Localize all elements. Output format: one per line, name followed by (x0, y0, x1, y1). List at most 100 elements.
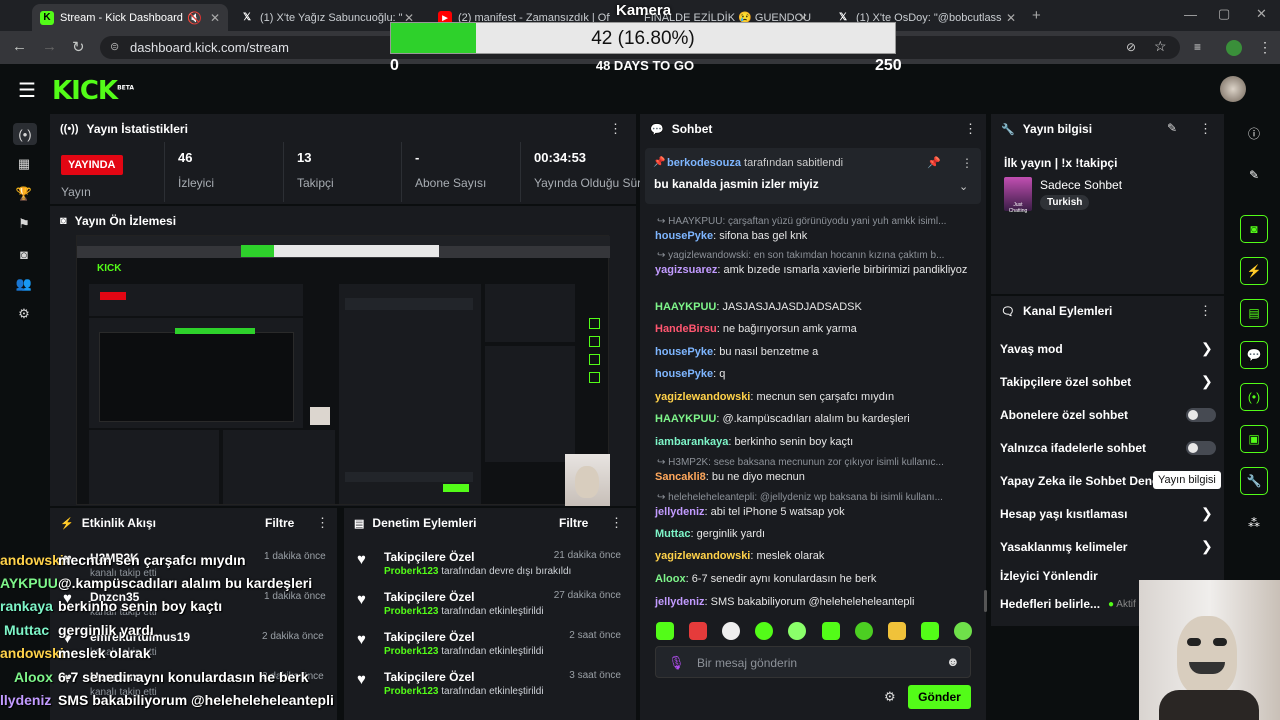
chevron-down-icon[interactable]: ⌄ (959, 180, 968, 193)
stream-nav-icon[interactable]: (•) (13, 123, 37, 145)
broadcast-icon[interactable]: (•) (1240, 383, 1268, 411)
moderation-icon[interactable]: ▣ (1240, 425, 1268, 453)
emotes-only-toggle[interactable] (1186, 441, 1216, 455)
edit-pencil-icon[interactable]: ✎ (1240, 161, 1268, 189)
mod-action-title: Takipçilere Özel (384, 670, 475, 684)
kick-logo[interactable]: KICKBETA (52, 76, 134, 106)
more-options-icon[interactable]: ⋮ (964, 121, 977, 137)
wrench-icon: 🔧 (1001, 123, 1015, 136)
chat-message: housePyke: q (655, 368, 726, 380)
lightning-icon[interactable]: ⚡ (1240, 257, 1268, 285)
mute-icon[interactable]: 🔇 (187, 11, 202, 25)
subscribers-only-item: Abonelere özel sohbet (1000, 408, 1129, 422)
document-icon[interactable]: ▤ (1240, 299, 1268, 327)
emote-icon[interactable] (689, 622, 708, 640)
banned-words-item[interactable]: Yasaklanmış kelimeler (1000, 540, 1127, 554)
stream-preview-video[interactable]: KICK (76, 235, 610, 506)
trophy-icon[interactable]: 🏆 (13, 183, 35, 205)
chat-message: yagizlewandowski: mecnun sen çarşafcı mı… (655, 391, 895, 403)
ai-moderation-item[interactable]: Yapay Zeka ile Sohbet Denetimi (1000, 474, 1158, 488)
eye-off-icon[interactable]: ⊘ (1126, 40, 1136, 54)
chevron-right-icon[interactable]: ❯ (1201, 505, 1213, 522)
new-tab-icon[interactable]: + (1032, 7, 1041, 24)
user-avatar[interactable] (1220, 76, 1246, 102)
chat-settings-icon: 🗨 (1001, 305, 1015, 318)
info-icon[interactable]: ⓘ (1240, 119, 1268, 147)
activity-filter-button[interactable]: Filtre (265, 516, 294, 530)
close-icon[interactable]: ✕ (1006, 11, 1016, 25)
camera-panel-icon[interactable]: ◙ (1240, 215, 1268, 243)
camera-icon[interactable]: ◙ (13, 243, 35, 265)
send-button[interactable]: Gönder (908, 685, 971, 709)
moderation-filter-button[interactable]: Filtre (559, 516, 588, 530)
emote-icon[interactable] (755, 622, 774, 640)
hamburger-menu-icon[interactable]: ☰ (18, 78, 36, 103)
site-info-icon[interactable]: ⊜ (110, 40, 119, 53)
chat-settings-icon[interactable]: ⚙ (884, 689, 896, 705)
pinned-more-icon[interactable]: ⋮ (961, 156, 973, 170)
emote-icon[interactable] (821, 622, 840, 640)
analytics-icon[interactable]: ▦ (13, 153, 35, 175)
pin-icon: 📌 (653, 157, 666, 168)
microphone-icon[interactable]: 🎙 (668, 655, 685, 671)
overlay-chat-line: @.kampüscadıları alalım bu kardeşleri (58, 575, 313, 591)
uptime-stat: 00:34:53 Yayında Olduğu Süre (534, 150, 648, 190)
chat-scrollbar[interactable] (984, 590, 987, 612)
preview-inner-webcam (310, 407, 330, 425)
pinned-message[interactable]: 📌 berkodesouza tarafından sabitlendi 📌 ⋮… (645, 148, 981, 204)
more-options-icon[interactable]: ⋮ (1199, 303, 1212, 319)
settings-gear-icon[interactable]: ⚙ (13, 303, 35, 325)
unpin-icon[interactable]: 📌 (927, 156, 941, 169)
chat-input[interactable]: 🎙 Bir mesaj gönderin ☻ (655, 646, 971, 678)
forward-icon[interactable]: → (42, 38, 57, 55)
tab-kick-dashboard[interactable]: K Stream - Kick Dashboard 🔇 ✕ (32, 4, 228, 31)
bookmark-star-icon[interactable]: ☆ (1154, 38, 1167, 55)
users-icon[interactable]: 👥 (13, 273, 35, 295)
panel-header: ◙ Yayın Ön İzlemesi (50, 206, 636, 236)
back-icon[interactable]: ← (12, 38, 27, 55)
chat-bubble-icon[interactable]: 💬 (1240, 341, 1268, 369)
emote-icon[interactable] (722, 622, 741, 640)
edit-pencil-icon[interactable]: ✎ (1167, 121, 1177, 135)
emote-icon[interactable] (788, 622, 807, 640)
emote-icon[interactable] (920, 622, 939, 640)
emoji-picker-icon[interactable]: ☻ (946, 654, 960, 669)
mod-action-desc: Proberk123 tarafından etkinleştirildi (384, 606, 544, 617)
chat-message: Sancakli8: bu ne diyo mecnun (655, 471, 805, 483)
slow-mode-item[interactable]: Yavaş mod (1000, 342, 1063, 356)
emote-icon[interactable] (656, 622, 674, 640)
reload-icon[interactable]: ↻ (72, 38, 85, 56)
community-icon[interactable]: ⚑ (13, 213, 35, 235)
more-options-icon[interactable]: ⋮ (610, 515, 623, 531)
chat-message: housePyke: sifona bas gel knk (655, 230, 808, 242)
pinned-text: bu kanalda jasmin izler miyiz (654, 177, 819, 191)
chevron-right-icon[interactable]: ❯ (1201, 340, 1213, 357)
more-options-icon[interactable]: ⋮ (1199, 121, 1212, 137)
chat-message: jellydeniz: abi tel iPhone 5 watsap yok (655, 506, 845, 518)
subscribers-only-toggle[interactable] (1186, 408, 1216, 422)
media-icon[interactable]: ≡ (1194, 40, 1201, 54)
preview-webcam (565, 454, 610, 506)
wrench-icon[interactable]: 🔧 (1240, 467, 1268, 495)
more-options-icon[interactable]: ⋮ (609, 121, 622, 137)
emote-icon[interactable] (854, 622, 873, 640)
raid-item[interactable]: İzleyici Yönlendir (1000, 569, 1098, 583)
minimize-icon[interactable]: — (1184, 7, 1197, 22)
chevron-right-icon[interactable]: ❯ (1201, 538, 1213, 555)
maximize-icon[interactable]: ▢ (1218, 6, 1230, 22)
heart-icon: ♥ (357, 591, 366, 608)
browser-menu-icon[interactable]: ⋮ (1258, 39, 1272, 56)
emote-icon[interactable] (887, 622, 906, 640)
add-widget-icon[interactable]: ⁂ (1240, 509, 1268, 537)
chevron-right-icon[interactable]: ❯ (1201, 373, 1213, 390)
heart-icon: ♥ (357, 671, 366, 688)
window-close-icon[interactable]: ✕ (1256, 6, 1267, 22)
account-age-item[interactable]: Hesap yaşı kısıtlaması (1000, 507, 1127, 521)
profile-avatar-icon[interactable] (1226, 40, 1242, 56)
more-options-icon[interactable]: ⋮ (316, 515, 329, 531)
set-goals-item[interactable]: Hedefleri belirle... (1000, 597, 1100, 611)
close-icon[interactable]: ✕ (210, 11, 220, 25)
overlay-chat-line: berkinho senin boy kaçtı (58, 598, 223, 614)
followers-only-item[interactable]: Takipçilere özel sohbet (1000, 375, 1131, 389)
emote-icon[interactable] (953, 622, 972, 640)
